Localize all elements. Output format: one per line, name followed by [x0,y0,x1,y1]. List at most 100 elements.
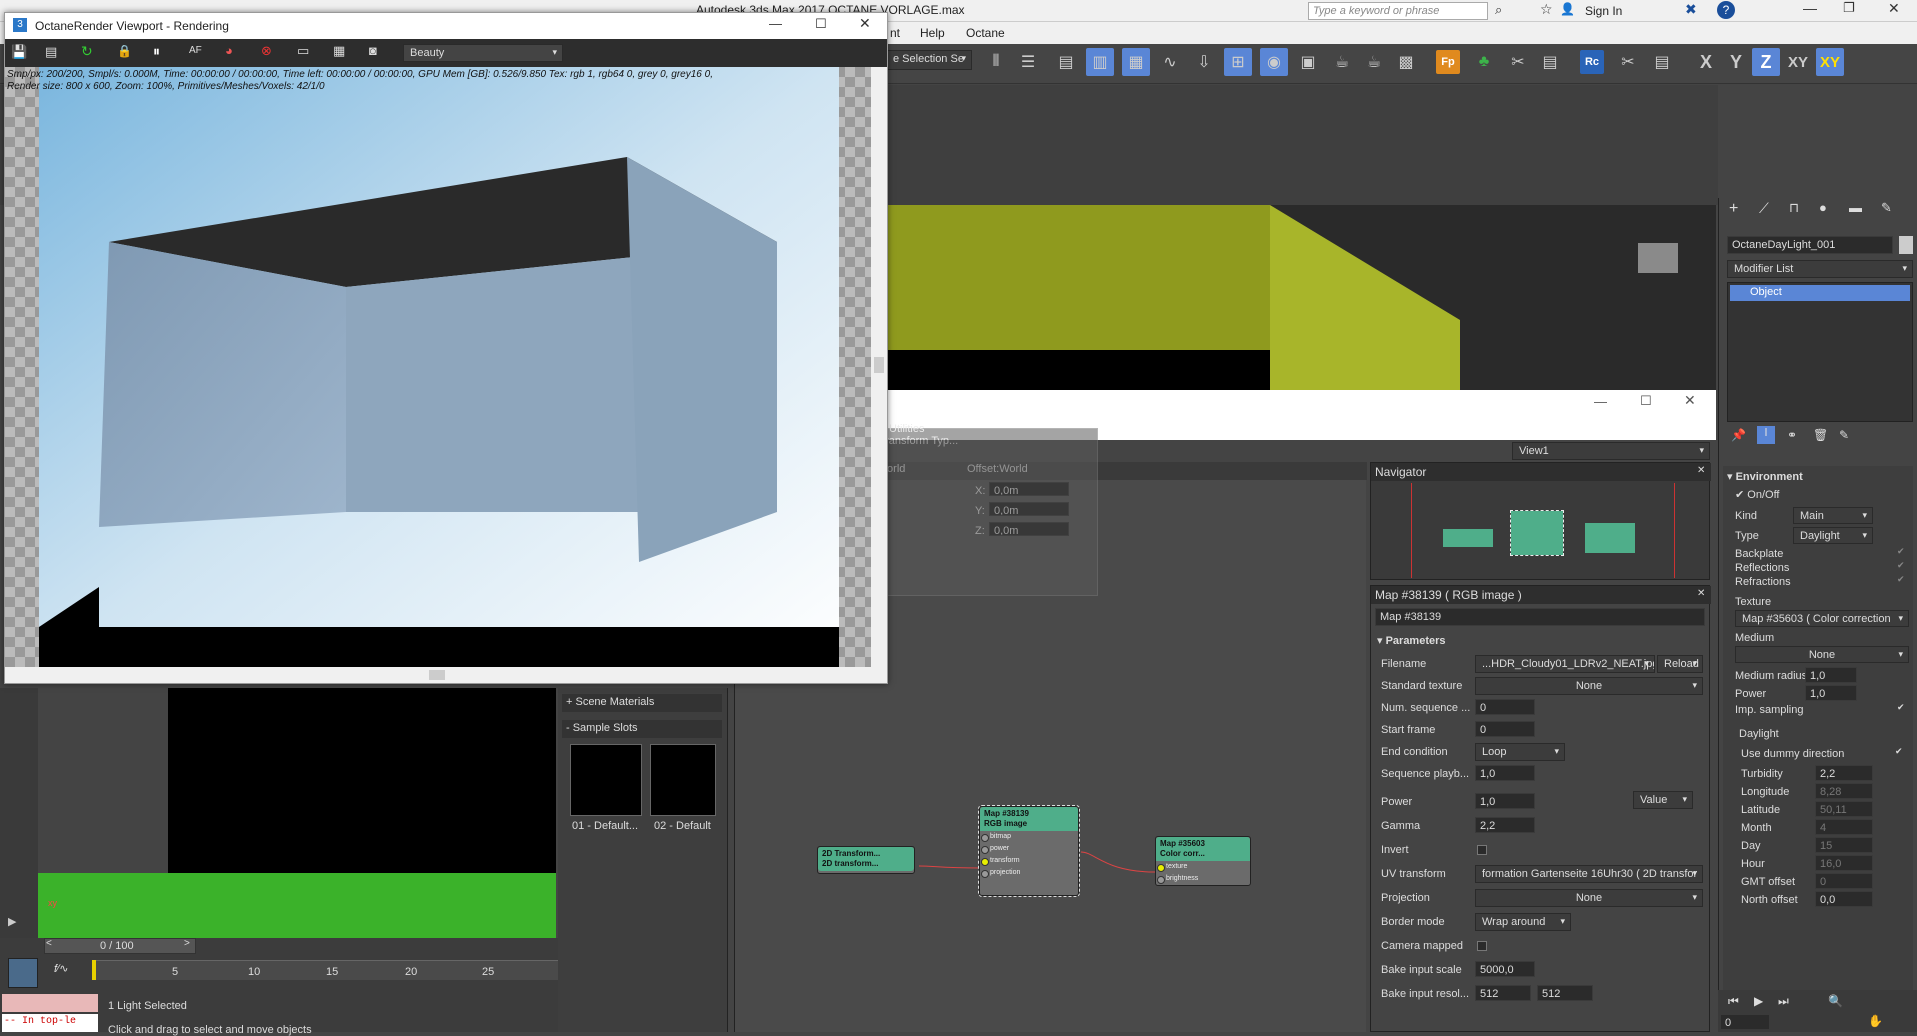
render-minimize-icon[interactable]: — [769,16,782,31]
node-rgb-port-bitmap[interactable]: bitmap [980,831,1078,843]
node-cc-port-texture[interactable]: texture [1156,861,1250,873]
play-side-icon[interactable]: ▶ [8,915,16,928]
menu-item-nt[interactable]: nt [890,26,900,40]
backplate-checkbox[interactable]: ✔ [1897,546,1905,557]
tools-icon[interactable]: ✂ [1504,48,1532,76]
scene-explorer-icon[interactable]: ▥ [1086,48,1114,76]
stack-show-end-icon[interactable]: Ⅰ [1757,426,1775,444]
align-icon[interactable]: ☰ [1014,48,1042,76]
node-cc-port-brightness[interactable]: brightness [1156,873,1250,885]
refractions-checkbox[interactable]: ✔ [1897,574,1905,585]
modify-tab-icon[interactable]: ⟋ [1759,200,1769,217]
save-render-icon[interactable]: 💾 [11,44,27,60]
node-rgb-port-transform[interactable]: transform [980,855,1078,867]
next-frame-icon[interactable]: ⏭ [1778,994,1789,1009]
color-picker-icon[interactable]: ◕ [225,43,233,58]
map-name-field[interactable]: Map #38139 [1375,608,1705,626]
turbidity-field[interactable]: 2,2 [1815,765,1873,781]
reflections-checkbox[interactable]: ✔ [1897,560,1905,571]
sign-in-link[interactable]: Sign In [1585,4,1622,18]
axis-xy-cycle-button[interactable]: XY [1816,48,1844,76]
medium-radius-field[interactable]: 1,0 [1805,667,1857,683]
slate-minimize-icon[interactable]: — [1594,394,1607,409]
binoculars-icon[interactable]: ⌕ [1495,2,1502,18]
node-rgb-image[interactable]: Map #38139 RGB image bitmap power transfo… [978,805,1080,897]
exchange-icon[interactable]: ✖ [1685,1,1697,18]
longitude-field[interactable]: 8,28 [1815,783,1873,799]
material-editor-icon[interactable]: ◉ [1260,48,1288,76]
utilities-tab-icon[interactable]: ✎ [1881,200,1892,216]
border-mode-dropdown[interactable]: Wrap around [1475,913,1571,931]
power-mode-dropdown[interactable]: Value [1633,791,1693,809]
params-close-icon[interactable]: ✕ [1697,588,1705,599]
maxscript-listener[interactable] [2,994,98,1012]
fp-icon[interactable]: Fp [1436,50,1460,74]
af-icon[interactable]: AF [189,45,202,56]
hour-field[interactable]: 16,0 [1815,855,1873,871]
rc-icon[interactable]: Rc [1580,50,1604,74]
offset-z-field[interactable]: 0,0m [989,522,1069,536]
std-texture-button[interactable]: None [1475,677,1703,695]
object-name-field[interactable]: OctaneDayLight_001 [1727,236,1893,254]
restore-icon[interactable]: ❐ [1843,0,1855,16]
render-restore-icon[interactable]: ☐ [815,16,827,32]
ribbon-icon[interactable]: ▦ [1122,48,1150,76]
create-tab-icon[interactable]: + [1729,200,1738,218]
sample-slot-2[interactable] [650,744,716,816]
render-close-icon[interactable]: ✕ [859,15,871,32]
day-field[interactable]: 15 [1815,837,1873,853]
offset-y-field[interactable]: 0,0m [989,502,1069,516]
type-dropdown[interactable]: Daylight [1793,527,1873,544]
hierarchy-tab-icon[interactable]: ⊓ [1789,200,1799,216]
stack-configure-icon[interactable]: ✎ [1839,428,1849,442]
stack-item-object[interactable]: Object [1730,285,1910,301]
pan-icon[interactable]: ✋ [1868,1014,1883,1028]
navigator-close-icon[interactable]: ✕ [1697,465,1705,476]
mirror-icon[interactable]: ⫴ [982,48,1010,76]
stack-remove-icon[interactable]: 🗑 [1813,428,1828,442]
onoff-checkbox[interactable]: ✔ On/Off [1735,488,1779,501]
gmt-offset-field[interactable]: 0 [1815,873,1873,889]
start-frame-field[interactable]: 0 [1475,721,1535,737]
axis-y-button[interactable]: Y [1722,48,1750,76]
selection-set-dropdown[interactable]: e Selection Se [886,50,972,70]
node-2d-transform[interactable]: 2D Transform... 2D transform... [817,846,915,874]
node-rgb-port-power[interactable]: power [980,843,1078,855]
stack-pin-icon[interactable]: 📌 [1731,428,1746,442]
modifier-list-dropdown[interactable]: Modifier List [1727,260,1913,278]
texture-button[interactable]: Map #35603 ( Color correction [1735,610,1909,627]
node-rgb-port-projection[interactable]: projection [980,867,1078,879]
environment-header[interactable]: ▾ Environment [1727,470,1803,483]
tree-icon[interactable]: ♣ [1470,48,1498,76]
scene-materials-rollout[interactable]: + Scene Materials [562,694,722,712]
menu-item-help[interactable]: Help [920,26,945,40]
uv-transform-button[interactable]: formation Gartenseite 16Uhr30 ( 2D trans… [1475,865,1703,883]
user-icon[interactable]: 👤 [1560,2,1575,16]
scissors-icon[interactable]: ✂ [1614,48,1642,76]
lock-icon[interactable]: 🔒 [117,44,132,58]
object-color-swatch[interactable] [1899,236,1913,254]
slate-close-icon[interactable]: ✕ [1684,392,1696,409]
star-icon[interactable]: ☆ [1540,1,1553,18]
offset-x-field[interactable]: 0,0m [989,482,1069,496]
render-hscrollbar[interactable] [5,667,871,683]
end-condition-dropdown[interactable]: Loop [1475,743,1565,761]
menu-item-octane[interactable]: Octane [966,26,1005,40]
month-field[interactable]: 4 [1815,819,1873,835]
close-icon[interactable]: ✕ [1888,0,1900,17]
restart-icon[interactable]: ↻ [81,43,93,60]
invert-checkbox[interactable] [1477,845,1487,855]
mini-curve-button[interactable] [8,958,38,988]
screen-icon[interactable]: ▭ [297,43,309,59]
axis-xy-button[interactable]: XY [1784,48,1812,76]
medium-button[interactable]: None [1735,646,1909,663]
render-setup-icon[interactable]: ▣ [1294,48,1322,76]
time-prev-icon[interactable]: < [46,938,52,949]
render-frame-icon[interactable]: ▩ [1392,48,1420,76]
sample-slot-1[interactable] [570,744,642,816]
env-power-field[interactable]: 1,0 [1805,685,1857,701]
time-next-icon[interactable]: > [184,938,190,949]
pause-icon[interactable]: ⏸ [153,43,160,60]
latitude-field[interactable]: 50,11 [1815,801,1873,817]
camera-mapped-checkbox[interactable] [1477,941,1487,951]
